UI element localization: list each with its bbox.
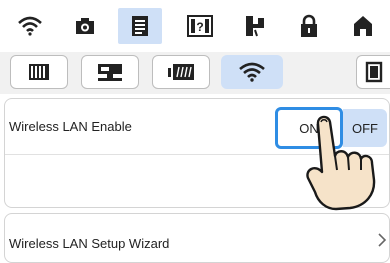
- wireless-lan-enable-label: Wireless LAN Enable: [9, 119, 132, 134]
- svg-text:?: ?: [196, 20, 203, 34]
- sewing-machine-icon[interactable]: [81, 55, 139, 89]
- wireless-lan-setup-wizard-label: Wireless LAN Setup Wizard: [9, 236, 170, 251]
- chevron-right-icon: [378, 233, 387, 247]
- lock-icon[interactable]: [287, 8, 331, 44]
- wizard-row[interactable]: Wireless LAN Setup Wizard: [4, 213, 390, 263]
- document-icon[interactable]: [118, 8, 162, 44]
- wifi-icon[interactable]: [8, 8, 52, 44]
- category-tabs: [0, 52, 390, 94]
- embroidery-icon[interactable]: [152, 55, 210, 89]
- frame-icon[interactable]: [356, 55, 390, 89]
- camera-icon[interactable]: [63, 8, 107, 44]
- needle-icon[interactable]: [233, 8, 277, 44]
- help-icon[interactable]: ?: [178, 8, 222, 44]
- wifi-icon[interactable]: [221, 55, 283, 89]
- pointing-hand-icon: [306, 115, 376, 211]
- home-icon[interactable]: [345, 8, 381, 44]
- book-icon[interactable]: [10, 55, 68, 89]
- top-icon-bar: ?: [0, 0, 390, 50]
